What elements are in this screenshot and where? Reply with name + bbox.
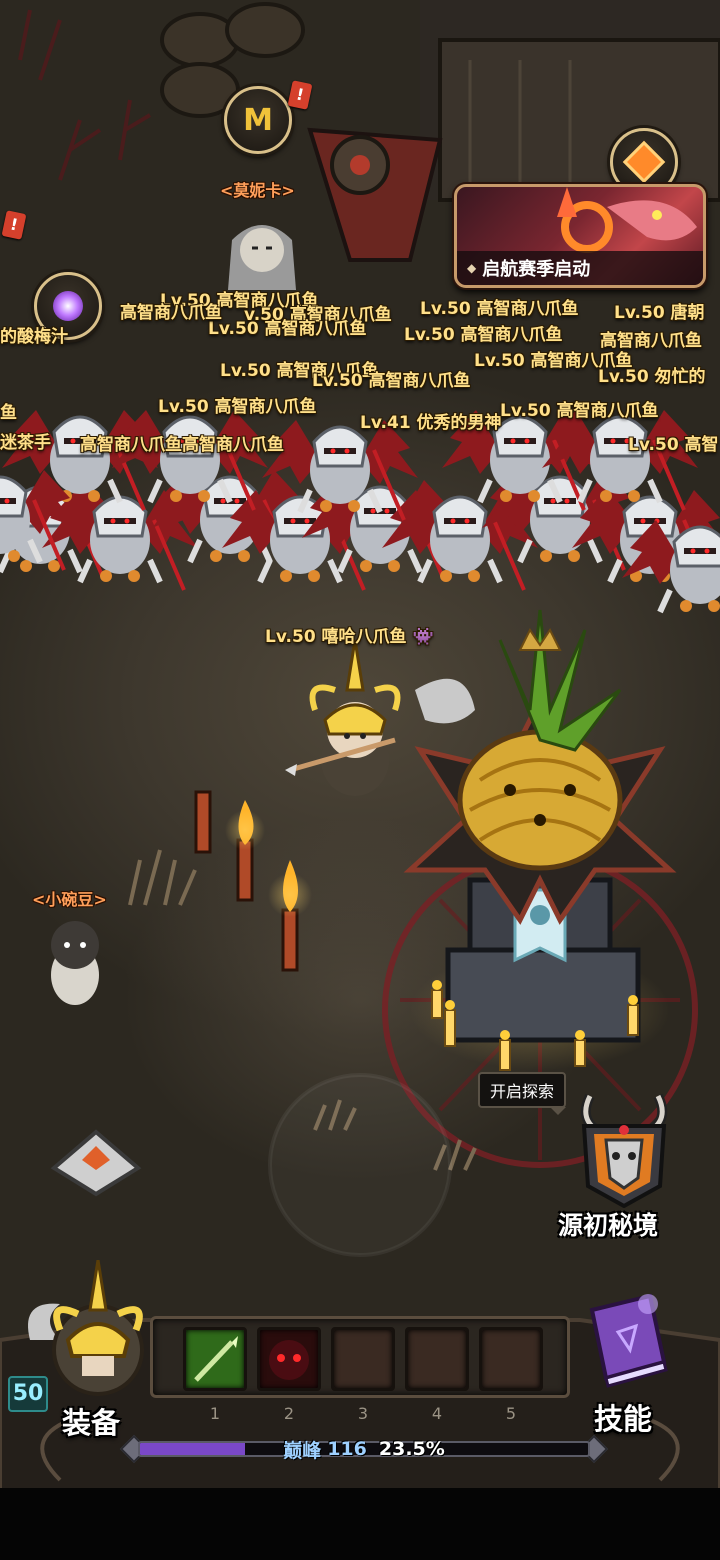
skill-slot-4[interactable] — [405, 1327, 469, 1391]
player-name-tag: 迷茶手 — [0, 433, 51, 453]
player-name-tag: Lv.50 高智商八爪鱼 — [420, 299, 579, 319]
diamond-icon: ◆ — [467, 261, 477, 275]
explore-tooltip: 开启探索 — [478, 1072, 567, 1115]
skill-slot-2[interactable] — [257, 1327, 321, 1391]
monica-name-tag: <莫妮卡> — [220, 181, 295, 200]
player-name-tag: Lv.50 匆忙的 — [598, 367, 706, 387]
season-orb-icon — [622, 140, 666, 184]
skill-book-icon — [589, 1293, 668, 1388]
skill-slot-5[interactable] — [479, 1327, 543, 1391]
player-name-tag: Lv.41 优秀的男神 — [360, 413, 502, 433]
secret-realm-label: 源初秘境 — [558, 1211, 659, 1240]
skill-label: 技能 — [594, 1402, 653, 1436]
peak-value: 116 — [327, 1438, 367, 1460]
formation-icon[interactable] — [48, 1128, 144, 1198]
player-name-tag: 高智商八爪鱼 — [120, 303, 222, 323]
bottom-hud: 1 2 3 4 5 装备 技能 — [0, 1259, 720, 1500]
player-name-tag: Lv.50 唐朝 — [614, 303, 705, 323]
local-player-name: Lv.50 嘻哈八爪鱼 — [265, 627, 407, 647]
player-name-tag: Lv.50 高智 — [628, 435, 719, 455]
season-launch-banner[interactable]: ◆ 启航赛季启动 — [454, 184, 706, 288]
local-player-name-tag: Lv.50 嘻哈八爪鱼 👾 — [265, 622, 434, 647]
season-banner-label: ◆ 启航赛季启动 — [457, 251, 703, 285]
slot-number: 1 — [209, 1404, 221, 1423]
portal-orb-icon — [53, 291, 83, 321]
bottom-strip — [0, 1488, 720, 1560]
skill-slot-1[interactable] — [183, 1327, 247, 1391]
player-name-tag: Lv.50 高智商八爪鱼 — [208, 319, 367, 339]
equip-label: 装备 — [62, 1406, 121, 1440]
pea-npc-name-tag: <小碗豆> — [32, 890, 107, 909]
spear-skill-icon — [194, 1336, 238, 1382]
player-name-tag: 高智商八爪鱼高智商八爪鱼 — [80, 435, 284, 455]
peak-progress-bar: 巅峰 116 23.5% — [118, 1434, 610, 1464]
player-name-tag: Lv.50 高智商八爪鱼 — [500, 401, 659, 421]
skill-book-button[interactable] — [578, 1288, 678, 1388]
slot-number: 3 — [357, 1404, 369, 1423]
player-name-tag: Lv.50 高智商八爪鱼 — [312, 371, 471, 391]
alien-icon: 👾 — [412, 627, 434, 647]
slot-number: 4 — [431, 1404, 443, 1423]
skill-bar — [150, 1316, 570, 1398]
slot-number: 2 — [283, 1404, 295, 1423]
peak-percent: 23.5% — [378, 1438, 445, 1460]
level-badge: 50 — [8, 1376, 48, 1412]
game-scene[interactable]: M ! <莫妮卡> ! ◆ 启航赛季启动 Lv.50 高智商八爪鱼 v.50 高… — [0, 0, 720, 1560]
progress-text: 巅峰 116 23.5% — [118, 1436, 610, 1462]
player-name-tag: 的酸梅汁 — [0, 327, 68, 347]
demon-skill-icon — [269, 1340, 309, 1380]
slot-number: 5 — [505, 1404, 517, 1423]
secret-realm-button[interactable] — [572, 1090, 676, 1209]
skill-slot-3[interactable] — [331, 1327, 395, 1391]
monica-merchant-icon: M — [243, 102, 273, 138]
peak-label: 巅峰 — [283, 1439, 322, 1462]
season-banner-text: 启航赛季启动 — [482, 259, 591, 280]
player-name-tag: Lv.50 高智商八爪鱼 — [404, 325, 563, 345]
monica-merchant-button[interactable]: M — [224, 86, 292, 154]
player-name-tag: 鱼 — [0, 403, 17, 423]
skull-shield-icon — [580, 1093, 668, 1209]
player-name-tag: Lv.50 高智商八爪鱼 — [158, 397, 317, 417]
